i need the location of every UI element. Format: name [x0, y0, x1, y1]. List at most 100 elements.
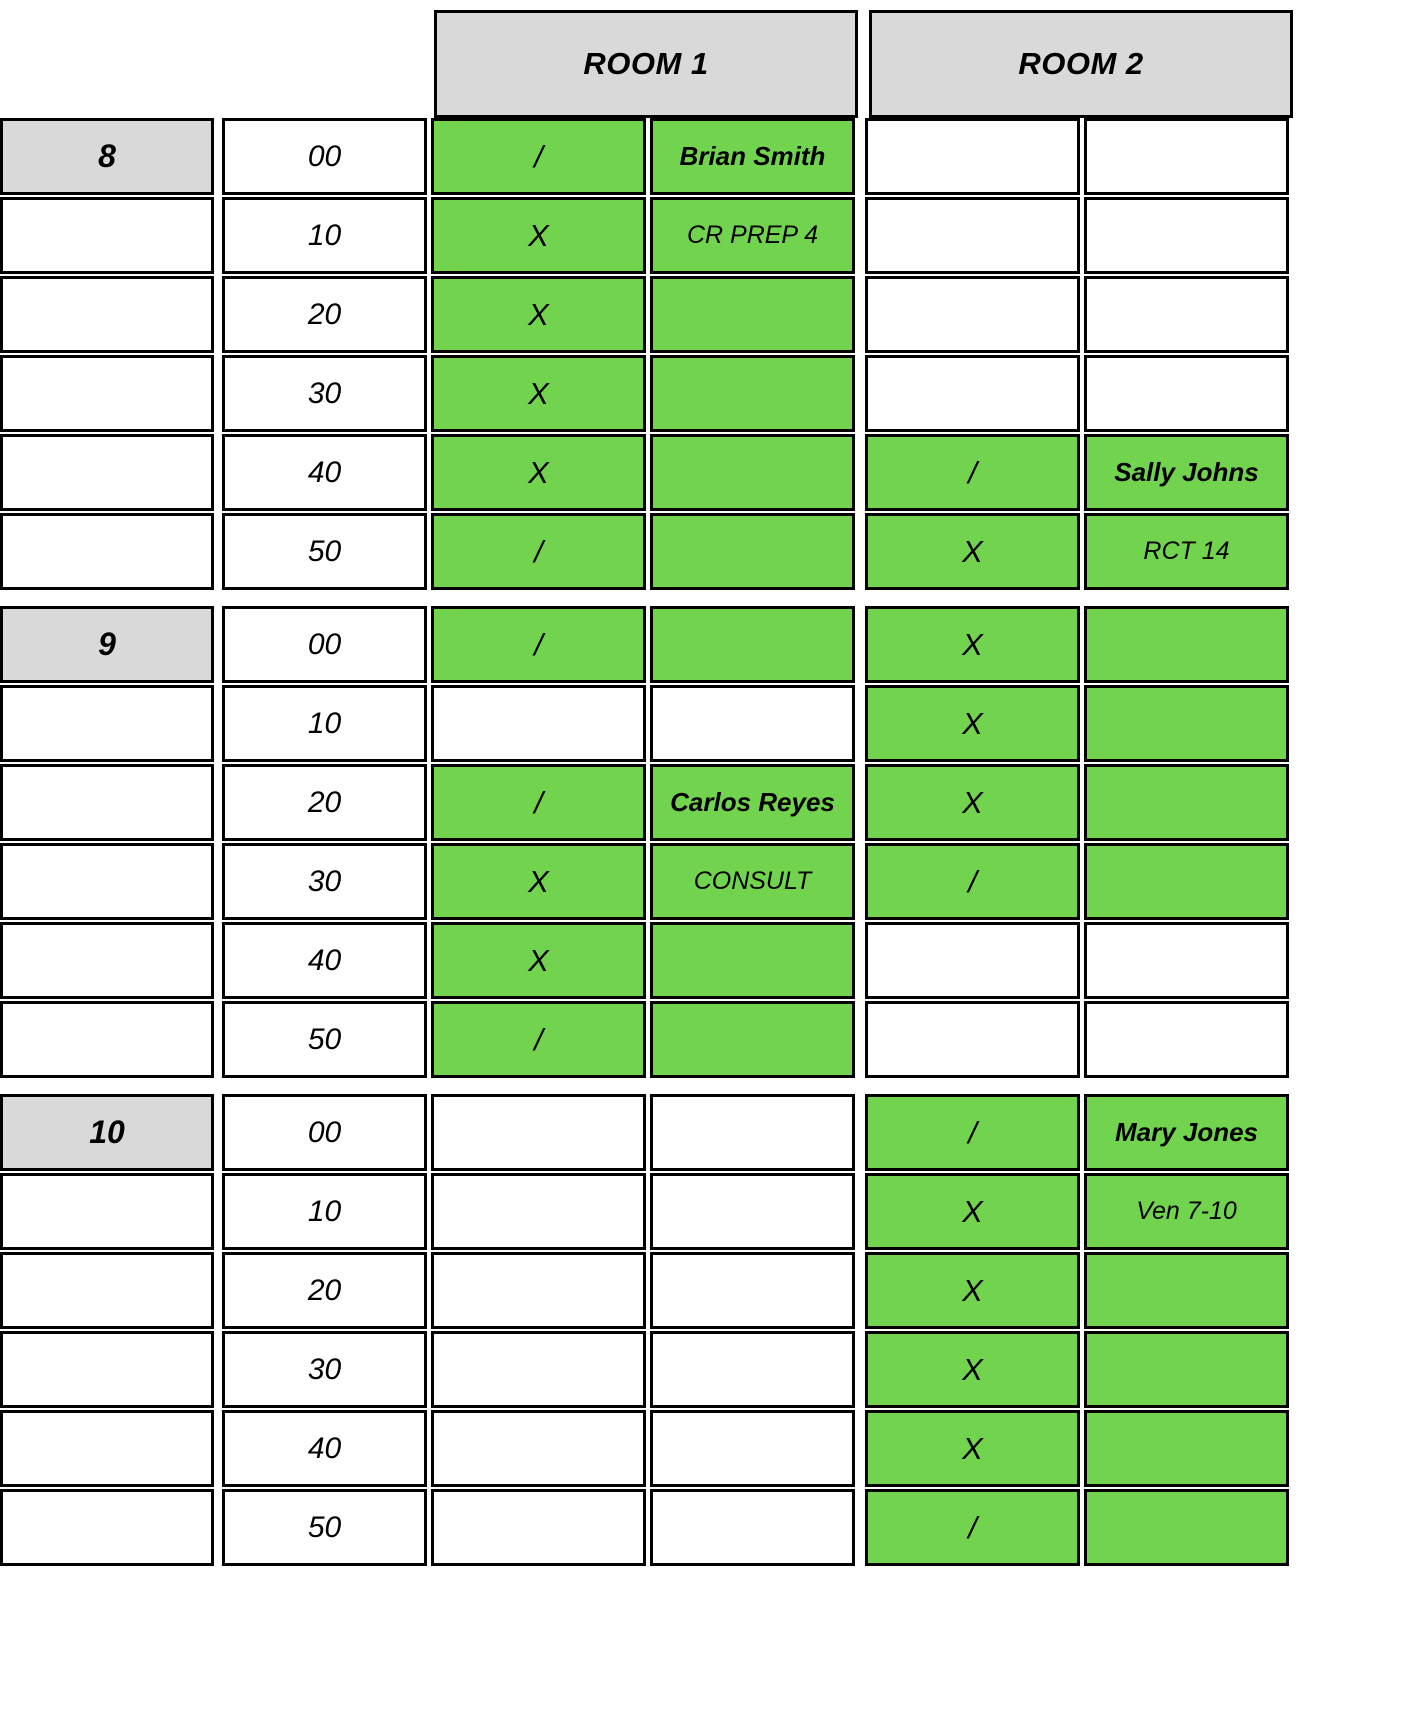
slot-marker-room1[interactable]: / — [431, 1001, 646, 1078]
slot-detail-cell-room1[interactable] — [650, 1001, 855, 1078]
slot-marker-room2[interactable] — [865, 118, 1080, 195]
slot-marker-room1[interactable]: X — [431, 843, 646, 920]
minute-label-cell: 00 — [222, 118, 427, 195]
patient-name-cell-room1[interactable]: Carlos Reyes — [650, 764, 855, 841]
slot-detail-cell-room2[interactable] — [1084, 118, 1289, 195]
hour-spacer-cell — [0, 1252, 214, 1329]
column-gap — [214, 764, 222, 841]
slot-marker-room2[interactable]: X — [865, 1410, 1080, 1487]
slot-marker-room1[interactable] — [431, 685, 646, 762]
slot-marker-room2[interactable] — [865, 276, 1080, 353]
patient-name-cell-room2[interactable]: Sally Johns — [1084, 434, 1289, 511]
hour-block-9: 9 00/X 10 X 20/Carlos Reyes X 30 X CONSULT/40 X 50… — [0, 606, 1414, 1078]
slot-detail-cell-room2[interactable] — [1084, 276, 1289, 353]
column-gap — [855, 513, 865, 590]
table-row: 8 00/Brian Smith — [0, 118, 1414, 195]
slot-detail-cell-room1[interactable] — [650, 276, 855, 353]
table-row: 9 00/ X — [0, 606, 1414, 683]
table-row: 40 X — [0, 922, 1414, 999]
patient-name-cell-room1[interactable]: Brian Smith — [650, 118, 855, 195]
slot-marker-room2[interactable]: / — [865, 1489, 1080, 1566]
slot-marker-room2[interactable]: X — [865, 1173, 1080, 1250]
slot-detail-cell-room2[interactable] — [1084, 1331, 1289, 1408]
slot-marker-room2[interactable]: / — [865, 434, 1080, 511]
slot-marker-room2[interactable] — [865, 1001, 1080, 1078]
slot-detail-cell-room2[interactable] — [1084, 764, 1289, 841]
column-gap — [855, 1331, 865, 1408]
column-gap — [855, 197, 865, 274]
slot-marker-room2[interactable]: X — [865, 764, 1080, 841]
column-gap — [214, 1489, 222, 1566]
slot-marker-room2[interactable]: X — [865, 513, 1080, 590]
column-gap — [855, 685, 865, 762]
procedure-cell-room1[interactable]: CR PREP 4 — [650, 197, 855, 274]
table-row: 50 / — [0, 1489, 1414, 1566]
slot-detail-cell-room2[interactable] — [1084, 606, 1289, 683]
slot-marker-room1[interactable] — [431, 1489, 646, 1566]
slot-marker-room2[interactable]: / — [865, 1094, 1080, 1171]
slot-detail-cell-room1[interactable] — [650, 434, 855, 511]
slot-marker-room2[interactable]: X — [865, 1252, 1080, 1329]
procedure-cell-room2[interactable]: Ven 7-10 — [1084, 1173, 1289, 1250]
slot-marker-room1[interactable]: X — [431, 922, 646, 999]
hour-spacer-cell — [0, 764, 214, 841]
slot-marker-room2[interactable]: / — [865, 843, 1080, 920]
slot-detail-cell-room1[interactable] — [650, 1331, 855, 1408]
hour-label-cell: 9 — [0, 606, 214, 683]
slot-detail-cell-room2[interactable] — [1084, 922, 1289, 999]
table-row: 50/ X RCT 14 — [0, 513, 1414, 590]
slot-detail-cell-room1[interactable] — [650, 685, 855, 762]
slot-detail-cell-room1[interactable] — [650, 1252, 855, 1329]
slot-detail-cell-room2[interactable] — [1084, 355, 1289, 432]
slot-detail-cell-room1[interactable] — [650, 606, 855, 683]
room-header-room2[interactable]: ROOM 2 — [869, 10, 1293, 118]
slot-detail-cell-room1[interactable] — [650, 1410, 855, 1487]
slot-detail-cell-room2[interactable] — [1084, 1489, 1289, 1566]
slot-marker-room1[interactable]: X — [431, 355, 646, 432]
slot-detail-cell-room1[interactable] — [650, 513, 855, 590]
table-row: 30 X — [0, 1331, 1414, 1408]
procedure-cell-room1[interactable]: CONSULT — [650, 843, 855, 920]
slot-marker-room1[interactable] — [431, 1173, 646, 1250]
slot-marker-room1[interactable]: / — [431, 764, 646, 841]
slot-marker-room1[interactable] — [431, 1252, 646, 1329]
slot-marker-room1[interactable] — [431, 1410, 646, 1487]
hour-spacer-cell — [0, 1410, 214, 1487]
slot-marker-room1[interactable]: / — [431, 606, 646, 683]
slot-detail-cell-room1[interactable] — [650, 355, 855, 432]
slot-detail-cell-room1[interactable] — [650, 1173, 855, 1250]
minute-label-cell: 00 — [222, 606, 427, 683]
slot-marker-room2[interactable]: X — [865, 685, 1080, 762]
slot-marker-room2[interactable] — [865, 197, 1080, 274]
slot-detail-cell-room2[interactable] — [1084, 685, 1289, 762]
procedure-cell-room2[interactable]: RCT 14 — [1084, 513, 1289, 590]
slot-detail-cell-room2[interactable] — [1084, 843, 1289, 920]
patient-name-cell-room2[interactable]: Mary Jones — [1084, 1094, 1289, 1171]
hour-label-cell: 8 — [0, 118, 214, 195]
hour-spacer-cell — [0, 197, 214, 274]
slot-marker-room2[interactable]: X — [865, 606, 1080, 683]
appointment-schedule-grid: ROOM 1 ROOM 2 8 00/Brian Smith 10 X CR PREP … — [0, 0, 1414, 1725]
slot-marker-room1[interactable] — [431, 1094, 646, 1171]
slot-marker-room1[interactable]: X — [431, 197, 646, 274]
slot-marker-room2[interactable] — [865, 355, 1080, 432]
schedule-body: 8 00/Brian Smith 10 X CR PREP 4 20 X 30 X 40 X / Sal… — [0, 118, 1414, 1566]
column-gap — [214, 685, 222, 762]
column-gap — [855, 1489, 865, 1566]
slot-marker-room1[interactable]: X — [431, 434, 646, 511]
slot-detail-cell-room1[interactable] — [650, 1489, 855, 1566]
slot-detail-cell-room2[interactable] — [1084, 1252, 1289, 1329]
slot-detail-cell-room2[interactable] — [1084, 1410, 1289, 1487]
slot-marker-room1[interactable]: X — [431, 276, 646, 353]
column-gap — [855, 922, 865, 999]
room-header-room1[interactable]: ROOM 1 — [434, 10, 858, 118]
slot-marker-room1[interactable]: / — [431, 118, 646, 195]
slot-marker-room2[interactable]: X — [865, 1331, 1080, 1408]
slot-detail-cell-room2[interactable] — [1084, 1001, 1289, 1078]
slot-detail-cell-room1[interactable] — [650, 1094, 855, 1171]
slot-marker-room1[interactable] — [431, 1331, 646, 1408]
slot-marker-room1[interactable]: / — [431, 513, 646, 590]
slot-detail-cell-room2[interactable] — [1084, 197, 1289, 274]
slot-detail-cell-room1[interactable] — [650, 922, 855, 999]
slot-marker-room2[interactable] — [865, 922, 1080, 999]
